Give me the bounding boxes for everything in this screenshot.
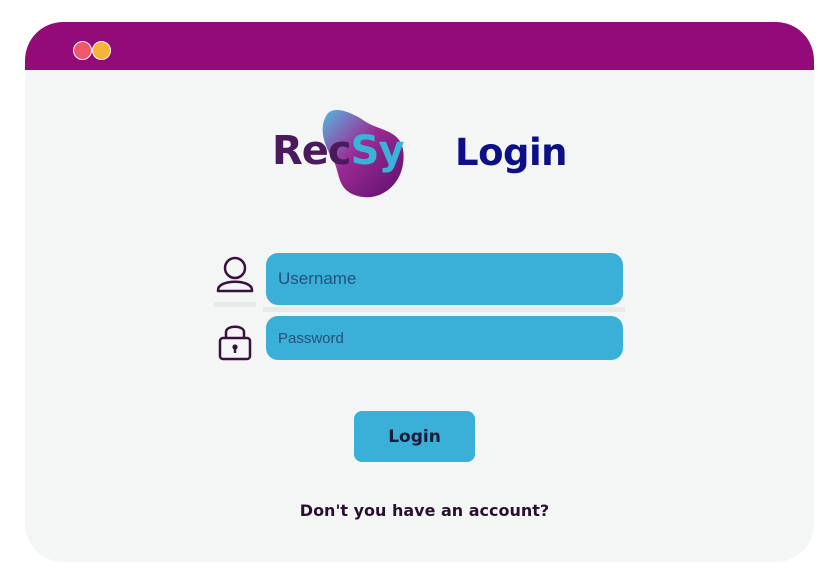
user-icon bbox=[214, 254, 256, 298]
logo-text-sy: Sy bbox=[350, 128, 405, 174]
signup-link[interactable]: Don't you have an account? bbox=[25, 501, 814, 520]
recsy-logo: RecSy bbox=[270, 106, 410, 201]
app-window: RecSy Login Login Don't you have an acco… bbox=[25, 22, 814, 562]
minimize-dot-button[interactable] bbox=[92, 41, 111, 60]
title-bar bbox=[25, 22, 814, 70]
username-input[interactable] bbox=[266, 253, 623, 305]
logo-text-rec: Rec bbox=[272, 128, 352, 174]
login-button[interactable]: Login bbox=[354, 411, 475, 462]
password-input[interactable] bbox=[266, 316, 623, 360]
lock-icon bbox=[214, 318, 256, 362]
close-dot-button[interactable] bbox=[73, 41, 92, 60]
username-divider-left bbox=[214, 302, 256, 307]
page-title: Login bbox=[455, 131, 568, 174]
username-divider-right bbox=[263, 307, 625, 312]
